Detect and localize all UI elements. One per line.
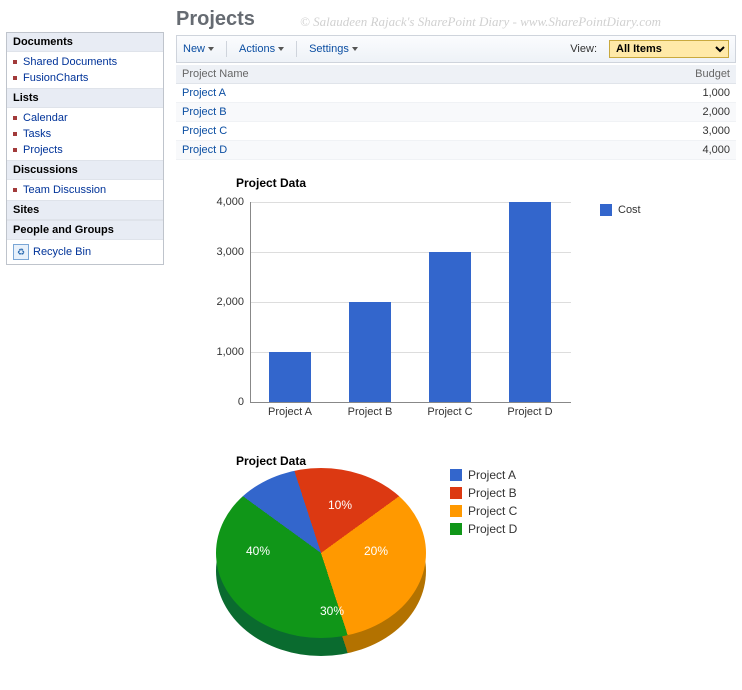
separator bbox=[226, 41, 227, 57]
nav-item-calendar[interactable]: Calendar bbox=[7, 110, 163, 126]
separator bbox=[296, 41, 297, 57]
new-menu[interactable]: New bbox=[183, 43, 214, 55]
bar-project-a bbox=[269, 352, 311, 402]
nav-section-discussions[interactable]: Discussions bbox=[7, 160, 163, 180]
pie-slice-label: 10% bbox=[328, 498, 352, 512]
cell-budget: 3,000 bbox=[527, 122, 736, 141]
nav-item-team-discussion[interactable]: Team Discussion bbox=[7, 182, 163, 198]
ytick: 1,000 bbox=[200, 346, 244, 358]
nav-section-people-groups[interactable]: People and Groups bbox=[7, 220, 163, 240]
projects-table: Project Name Budget Project A 1,000 Proj… bbox=[176, 65, 736, 160]
nav-item-projects[interactable]: Projects bbox=[7, 142, 163, 158]
table-row[interactable]: Project A 1,000 bbox=[176, 84, 736, 103]
settings-menu[interactable]: Settings bbox=[309, 43, 358, 55]
nav-item-tasks[interactable]: Tasks bbox=[7, 126, 163, 142]
cell-budget: 4,000 bbox=[527, 141, 736, 160]
legend-swatch-icon bbox=[450, 469, 462, 481]
col-budget[interactable]: Budget bbox=[527, 65, 736, 84]
bullet-icon bbox=[13, 132, 17, 136]
legend-label: Project C bbox=[468, 504, 517, 518]
bullet-icon bbox=[13, 60, 17, 64]
pie-slice-label: 20% bbox=[364, 544, 388, 558]
pie-chart: Project Data 10% 20% 30% 40% Project A P… bbox=[176, 454, 736, 674]
pie-plot-area: 10% 20% 30% 40% bbox=[216, 468, 426, 658]
table-row[interactable]: Project C 3,000 bbox=[176, 122, 736, 141]
table-row[interactable]: Project D 4,000 bbox=[176, 141, 736, 160]
bar-project-c bbox=[429, 252, 471, 402]
xtick: Project C bbox=[410, 406, 490, 418]
legend-label: Project B bbox=[468, 486, 517, 500]
view-label: View: bbox=[570, 43, 597, 55]
cell-budget: 2,000 bbox=[527, 103, 736, 122]
bar-legend: Cost bbox=[600, 204, 641, 216]
chevron-down-icon bbox=[208, 47, 214, 51]
nav-section-sites[interactable]: Sites bbox=[7, 200, 163, 220]
col-project-name[interactable]: Project Name bbox=[176, 65, 527, 84]
xtick: Project B bbox=[330, 406, 410, 418]
view-selector[interactable]: All Items bbox=[609, 40, 729, 58]
nav-section-documents[interactable]: Documents bbox=[7, 33, 163, 52]
actions-menu[interactable]: Actions bbox=[239, 43, 284, 55]
bar-plot-area bbox=[250, 202, 571, 403]
pie-slice-label: 40% bbox=[246, 544, 270, 558]
cell-project-name[interactable]: Project A bbox=[176, 84, 527, 103]
ytick: 0 bbox=[200, 396, 244, 408]
legend-label: Project A bbox=[468, 468, 516, 482]
watermark-text: © Salaudeen Rajack's SharePoint Diary - … bbox=[300, 14, 661, 30]
ytick: 2,000 bbox=[200, 296, 244, 308]
ytick: 4,000 bbox=[200, 196, 244, 208]
bar-chart-title: Project Data bbox=[236, 176, 736, 190]
bullet-icon bbox=[13, 188, 17, 192]
recycle-bin-icon: ♻ bbox=[13, 244, 29, 260]
quick-launch-nav: Documents Shared Documents FusionCharts … bbox=[6, 32, 164, 265]
pie-slice-label: 30% bbox=[320, 604, 344, 618]
chevron-down-icon bbox=[278, 47, 284, 51]
cell-project-name[interactable]: Project B bbox=[176, 103, 527, 122]
list-toolbar: New Actions Settings View: All Items bbox=[176, 35, 736, 63]
legend-swatch-icon bbox=[450, 487, 462, 499]
recycle-bin-link[interactable]: ♻ Recycle Bin bbox=[7, 240, 163, 264]
main-content: © Salaudeen Rajack's SharePoint Diary - … bbox=[164, 0, 742, 674]
bar-project-d bbox=[509, 202, 551, 402]
legend-label: Project D bbox=[468, 522, 517, 536]
cell-project-name[interactable]: Project C bbox=[176, 122, 527, 141]
cell-project-name[interactable]: Project D bbox=[176, 141, 527, 160]
legend-swatch-icon bbox=[450, 523, 462, 535]
legend-swatch-icon bbox=[450, 505, 462, 517]
nav-section-lists[interactable]: Lists bbox=[7, 88, 163, 108]
table-row[interactable]: Project B 2,000 bbox=[176, 103, 736, 122]
xtick: Project A bbox=[250, 406, 330, 418]
cell-budget: 1,000 bbox=[527, 84, 736, 103]
pie-legend: Project A Project B Project C Project D bbox=[450, 468, 517, 540]
chevron-down-icon bbox=[352, 47, 358, 51]
xtick: Project D bbox=[490, 406, 570, 418]
bullet-icon bbox=[13, 148, 17, 152]
legend-label: Cost bbox=[618, 204, 641, 216]
pie-chart-title: Project Data bbox=[236, 454, 736, 468]
bullet-icon bbox=[13, 116, 17, 120]
bullet-icon bbox=[13, 76, 17, 80]
legend-swatch-icon bbox=[600, 204, 612, 216]
bar-chart: Project Data 0 1,000 2,000 3,000 4,000 bbox=[176, 176, 736, 434]
nav-item-shared-documents[interactable]: Shared Documents bbox=[7, 54, 163, 70]
bar-project-b bbox=[349, 302, 391, 402]
ytick: 3,000 bbox=[200, 246, 244, 258]
nav-item-fusioncharts[interactable]: FusionCharts bbox=[7, 70, 163, 86]
